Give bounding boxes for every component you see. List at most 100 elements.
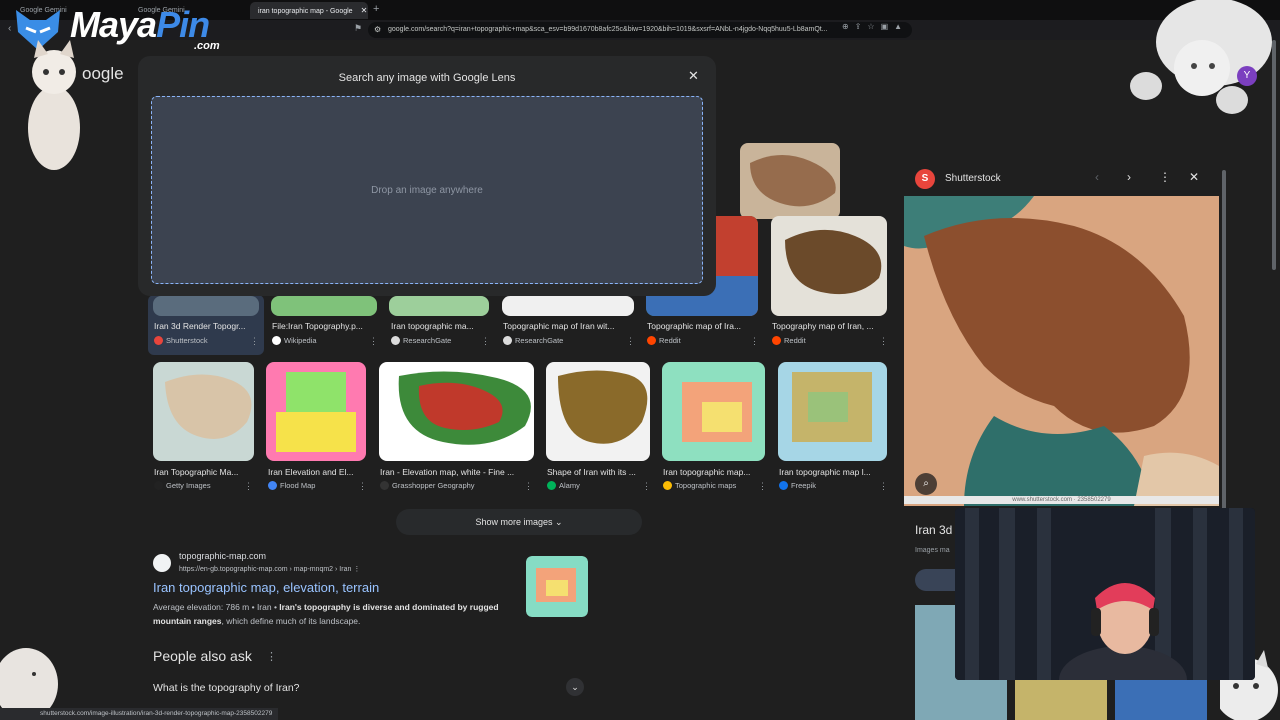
topographic-maps-icon — [663, 481, 672, 490]
image-source[interactable]: Reddit — [647, 336, 681, 345]
new-tab-icon[interactable]: + — [373, 3, 379, 15]
url-text: google.com/search?q=iran+topographic+map… — [388, 26, 828, 33]
more-options-icon[interactable]: ⋮ — [879, 481, 888, 492]
panel-title[interactable]: Iran 3d — [915, 523, 952, 537]
image-thumb-6[interactable] — [771, 216, 887, 316]
cat-sticker-topright — [1130, 0, 1272, 114]
image-source[interactable]: Alamy — [547, 481, 580, 490]
grasshopper-icon — [380, 481, 389, 490]
more-options-icon[interactable]: ⋮ — [626, 336, 635, 347]
image-source[interactable]: Freepik — [779, 481, 816, 490]
image-thumb-4[interactable] — [502, 296, 634, 316]
image-thumb-7[interactable] — [153, 362, 254, 461]
google-lens-dialog: Search any image with Google Lens ✕ Drop… — [138, 56, 716, 296]
shutterstock-icon — [154, 336, 163, 345]
show-more-images-button[interactable]: Show more images ⌄ — [396, 509, 642, 535]
image-thumb-12[interactable] — [778, 362, 887, 461]
panel-site-name[interactable]: Shutterstock — [945, 173, 1001, 184]
more-options-icon[interactable]: ⋮ — [879, 336, 888, 347]
result-url[interactable]: https://en-gb.topographic-map.com › map-… — [179, 565, 360, 573]
image-thumb-2[interactable] — [271, 296, 377, 316]
more-options-icon[interactable]: ⋮ — [750, 336, 759, 347]
more-options-icon[interactable]: ⋮ — [642, 481, 651, 492]
more-options-icon[interactable]: ⋮ — [481, 336, 490, 347]
image-caption[interactable]: Iran topographic map l... — [779, 467, 885, 477]
close-icon[interactable]: ✕ — [1189, 170, 1199, 184]
image-thumb-11[interactable] — [662, 362, 765, 461]
result-site-name[interactable]: topographic-map.com — [179, 551, 266, 561]
more-options-icon[interactable]: ⋮ — [758, 481, 767, 492]
image-source[interactable]: Wikipedia — [272, 336, 317, 345]
reddit-icon — [647, 336, 656, 345]
image-caption[interactable]: File:Iran Topography.p... — [272, 321, 376, 331]
more-options-icon[interactable]: ⋮ — [250, 336, 259, 347]
result-title-link[interactable]: Iran topographic map, elevation, terrain — [153, 580, 379, 595]
chevron-down-icon[interactable]: ⌄ — [566, 678, 584, 696]
panel-scrollbar[interactable] — [1222, 170, 1226, 510]
close-tab-icon[interactable]: ✕ — [361, 6, 368, 15]
preview-image[interactable] — [904, 196, 1219, 506]
account-avatar[interactable]: Y — [1237, 66, 1257, 86]
more-options-icon: ⋮ — [353, 566, 361, 573]
drop-hint: Drop an image anywhere — [371, 185, 483, 196]
close-icon[interactable]: ✕ — [688, 68, 699, 84]
image-source[interactable]: Flood Map — [268, 481, 315, 490]
image-thumb-3[interactable] — [389, 296, 489, 316]
more-options-icon[interactable]: ⋮ — [244, 481, 253, 492]
more-options-icon[interactable]: ⋮ — [369, 336, 378, 347]
panel-subtitle: Images ma — [915, 547, 950, 554]
logo-domain: .com — [194, 40, 220, 52]
image-caption[interactable]: Topographic map of Ira... — [647, 321, 757, 331]
image-source[interactable]: Reddit — [772, 336, 806, 345]
floodmap-icon — [268, 481, 277, 490]
image-source[interactable]: Grasshopper Geography — [380, 481, 475, 490]
image-caption[interactable]: Iran Elevation and El... — [268, 467, 364, 477]
image-drop-zone[interactable]: Drop an image anywhere — [151, 96, 703, 284]
image-caption[interactable]: Iran topographic ma... — [391, 321, 487, 331]
extension-icons[interactable]: ⊕⇪☆▣▲ — [842, 22, 908, 31]
tab-label: iran topographic map - Google — [258, 8, 353, 15]
image-thumb-8[interactable] — [266, 362, 366, 461]
more-options-icon[interactable]: ⋮ — [524, 481, 533, 492]
question-item[interactable]: What is the topography of Iran? — [153, 682, 300, 694]
image-source[interactable]: ResearchGate — [391, 336, 451, 345]
status-bar-url: shutterstock.com/image-illustration/iran… — [0, 708, 279, 720]
image-caption[interactable]: Iran topographic map... — [663, 467, 763, 477]
image-source[interactable]: ResearchGate — [503, 336, 563, 345]
next-arrow-icon[interactable]: › — [1127, 170, 1131, 184]
image-caption[interactable]: Iran 3d Render Topogr... — [154, 321, 256, 331]
chevron-down-icon: ⌄ — [555, 517, 563, 527]
image-watermark: www.shutterstock.com · 2358502279 — [904, 496, 1219, 504]
result-thumbnail[interactable] — [526, 556, 588, 617]
show-more-label: Show more images — [475, 517, 553, 527]
url-field[interactable]: ⚙ google.com/search?q=iran+topographic+m… — [368, 22, 912, 38]
dragged-image-preview — [740, 143, 840, 219]
wikipedia-icon — [272, 336, 281, 345]
image-thumb-9[interactable] — [379, 362, 534, 461]
bookmark-icon[interactable]: ⚑ — [354, 23, 362, 34]
page-scrollbar[interactable] — [1272, 40, 1276, 270]
image-source[interactable]: Topographic maps — [663, 481, 736, 490]
image-source[interactable]: Shutterstock — [154, 336, 208, 345]
researchgate-icon — [503, 336, 512, 345]
tab-google-search[interactable]: iran topographic map - Google ✕ — [250, 2, 368, 19]
more-options-icon[interactable]: ⋮ — [358, 481, 367, 492]
webcam-feed — [955, 508, 1255, 680]
image-thumb-10[interactable] — [546, 362, 650, 461]
image-caption[interactable]: Topographic map of Iran wit... — [503, 321, 633, 331]
site-favicon — [153, 554, 171, 572]
image-caption[interactable]: Shape of Iran with its ... — [547, 467, 647, 477]
lens-title: Search any image with Google Lens — [338, 72, 516, 84]
lens-search-icon[interactable]: ⌕ — [915, 473, 937, 495]
image-source[interactable]: Getty Images — [154, 481, 211, 490]
image-caption[interactable]: Topography map of Iran, ... — [772, 321, 886, 331]
image-thumb-1[interactable] — [153, 296, 259, 316]
more-options-icon[interactable]: ⋮ — [266, 650, 277, 663]
cat-sticker-left — [28, 40, 80, 170]
more-options-icon[interactable]: ⋮ — [1159, 170, 1171, 184]
image-caption[interactable]: Iran Topographic Ma... — [154, 467, 250, 477]
site-info-icon[interactable]: ⚙ — [374, 22, 381, 38]
image-caption[interactable]: Iran - Elevation map, white - Fine ... — [380, 467, 532, 477]
previous-arrow-icon[interactable]: ‹ — [1095, 170, 1099, 184]
alamy-icon — [547, 481, 556, 490]
